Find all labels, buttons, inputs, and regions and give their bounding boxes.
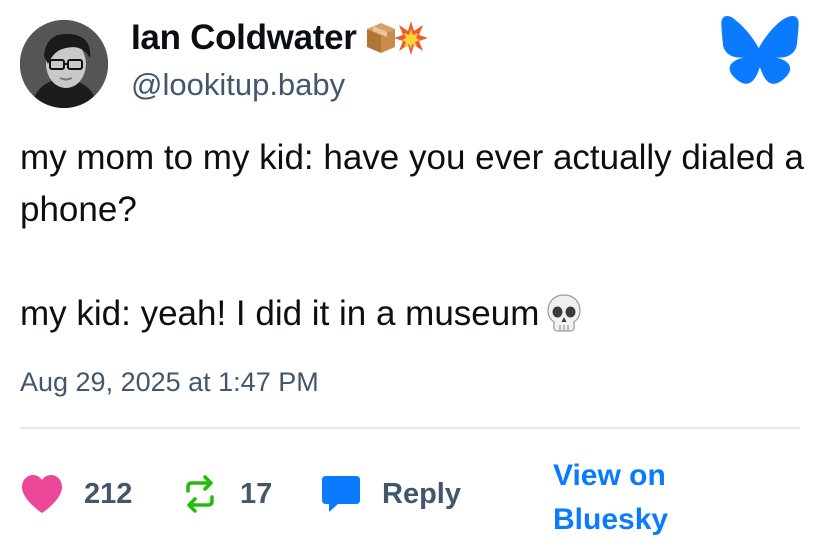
post-text-line-1: my mom to my kid: have you ever actually…: [20, 138, 804, 229]
repost-count: 17: [240, 477, 273, 510]
avatar-photo: [20, 20, 108, 108]
package-collision-emoji-icon: [366, 21, 428, 55]
heart-icon: [22, 475, 62, 513]
reply-button[interactable]: Reply: [320, 474, 461, 514]
post-body: my mom to my kid: have you ever actually…: [20, 132, 810, 340]
repost-icon: [186, 475, 214, 513]
like-button[interactable]: 212: [20, 474, 132, 514]
post-timestamp[interactable]: Aug 29, 2025 at 1:47 PM: [20, 367, 319, 398]
author-handle[interactable]: @lookitup.baby: [131, 67, 345, 103]
post-text-line-2-text: my kid: yeah! I did it in a museum: [20, 294, 540, 333]
bluesky-butterfly-icon[interactable]: [720, 16, 800, 88]
repost-button[interactable]: 17: [180, 474, 272, 514]
skull-emoji-icon: [547, 294, 581, 332]
author-name-text: Ian Coldwater: [131, 18, 357, 57]
divider: [20, 427, 800, 429]
author-display-name[interactable]: Ian Coldwater: [131, 18, 429, 58]
like-count: 212: [84, 477, 133, 510]
bluesky-post-embed: Ian Coldwater @lookitup.baby my mom to m…: [0, 0, 830, 554]
post-text-line-2: my kid: yeah! I did it in a museum: [20, 288, 810, 340]
speech-bubble-icon: [322, 476, 360, 512]
reply-label: Reply: [382, 477, 461, 510]
view-on-bluesky-link[interactable]: View on Bluesky: [553, 454, 713, 542]
post-actions-bar: 212 17 Reply View on Bluesky: [20, 459, 810, 540]
avatar[interactable]: [20, 20, 108, 108]
